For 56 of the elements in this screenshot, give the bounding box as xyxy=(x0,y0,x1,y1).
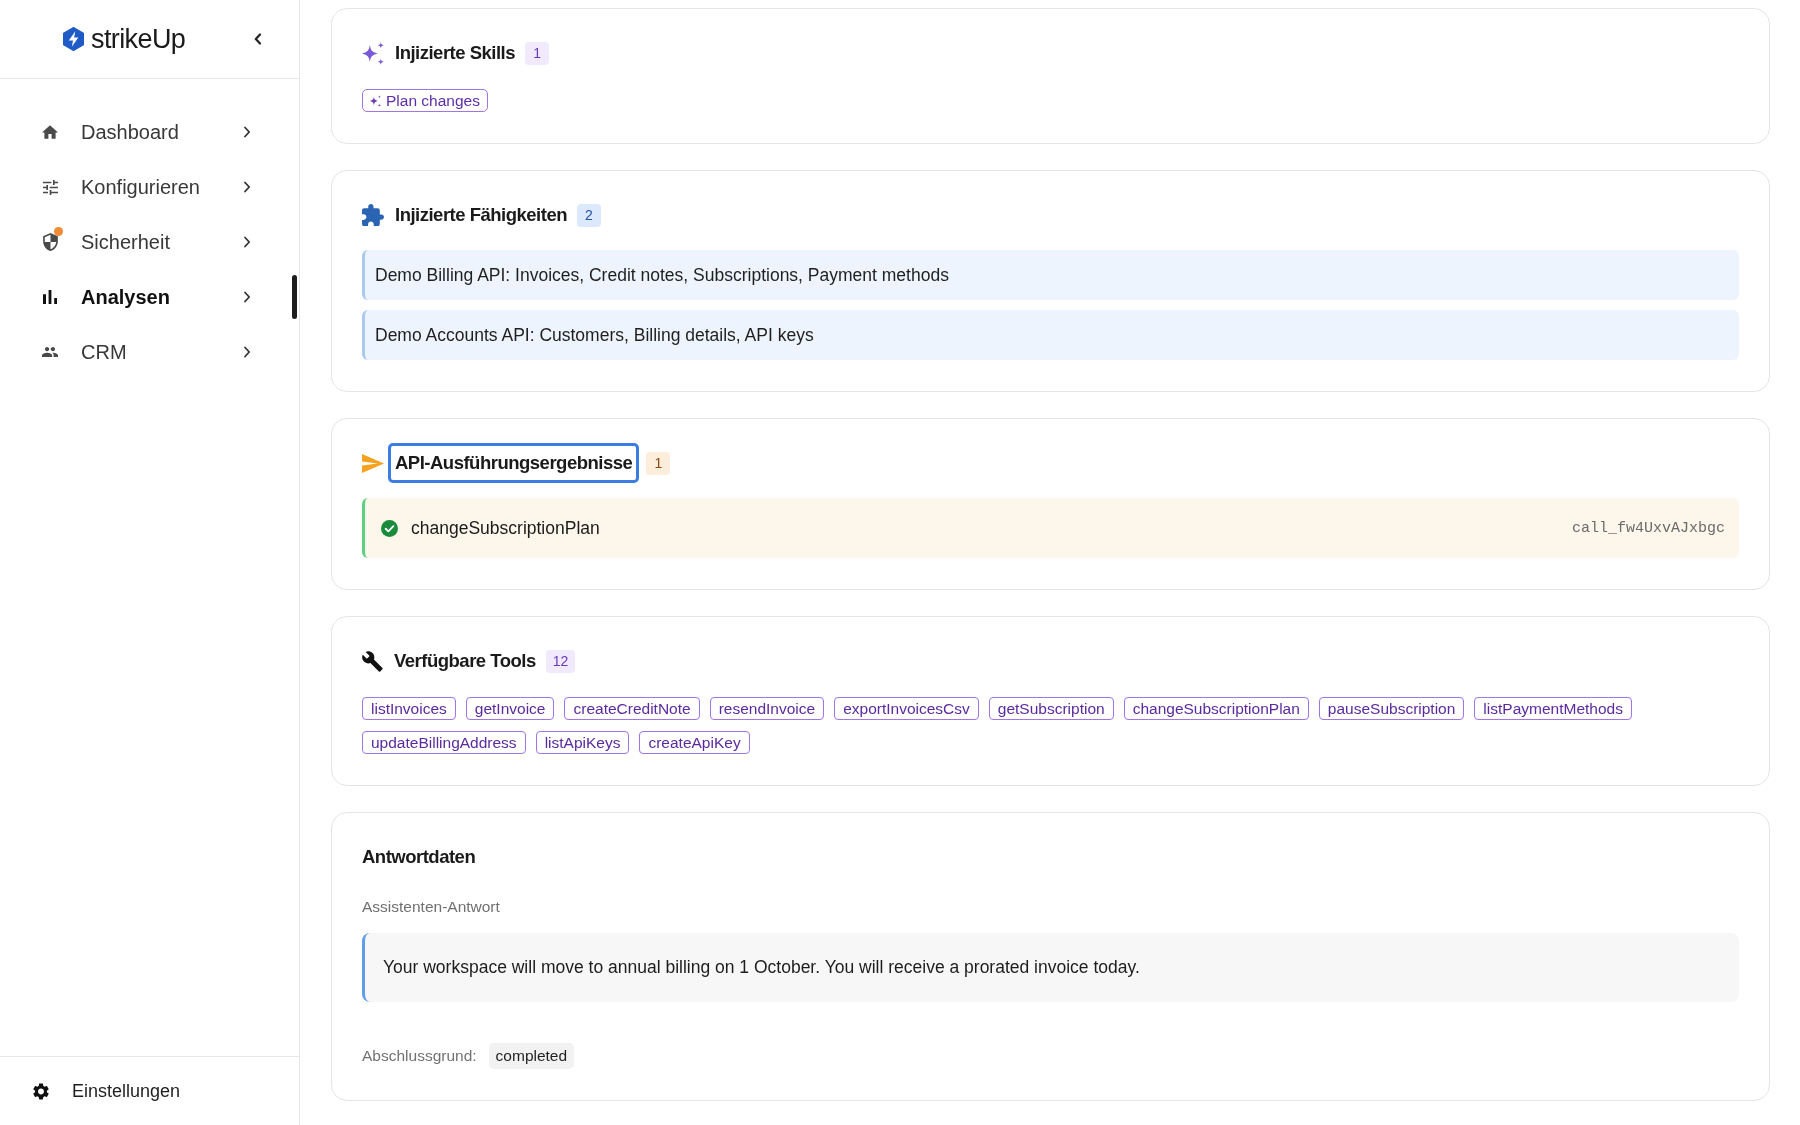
section-title: Antwortdaten xyxy=(362,845,476,869)
nav-item[interactable]: Sicherheit xyxy=(30,220,262,264)
tool-tag: changeSubscriptionPlan xyxy=(1123,697,1309,720)
count-badge: 1 xyxy=(646,451,671,475)
nav-item[interactable]: CRM xyxy=(30,330,262,374)
wrench-icon xyxy=(362,650,383,672)
shield-icon xyxy=(42,233,58,251)
bar-chart-icon xyxy=(43,290,57,304)
capability-item: Demo Accounts API: Customers, Billing details, API keys xyxy=(362,310,1739,360)
nav-item[interactable]: Analysen xyxy=(30,275,262,319)
settings-item[interactable]: Einstellungen xyxy=(33,1080,181,1102)
response-message: Your workspace will move to annual billing on 1 October. You will receive a prorated invoice today. xyxy=(362,933,1739,1002)
nav-item[interactable]: Konfigurieren xyxy=(30,165,262,209)
section-title: Injizierte Fähigkeiten xyxy=(395,203,567,227)
sparkles-icon xyxy=(370,94,381,107)
finish-reason-label: Abschlussgrund: xyxy=(362,1047,477,1065)
tool-tag: listInvoices xyxy=(362,697,456,720)
tool-tag: getSubscription xyxy=(988,697,1114,720)
chevron-right-icon xyxy=(243,236,251,248)
count-badge: 2 xyxy=(577,203,601,227)
logo-text: strikeUp xyxy=(91,25,186,53)
sparkles-icon xyxy=(362,41,384,65)
chevron-right-icon xyxy=(243,126,251,138)
skill-tag: Plan changes xyxy=(362,89,488,112)
tool-tag: listApiKeys xyxy=(535,731,630,754)
send-icon xyxy=(362,453,384,473)
tool-tag: pauseSubscription xyxy=(1318,697,1465,720)
chevron-left-icon xyxy=(254,33,262,45)
chevron-right-icon xyxy=(243,291,251,303)
chevron-right-icon xyxy=(243,346,251,358)
section-title: Verfügbare Tools xyxy=(394,649,536,673)
logo-icon xyxy=(63,27,84,51)
count-badge: 1 xyxy=(525,41,550,65)
tool-tag: getInvoice xyxy=(465,697,555,720)
tool-tag: listPaymentMethods xyxy=(1474,697,1632,720)
chevron-right-icon xyxy=(243,181,251,193)
people-icon xyxy=(42,346,58,358)
function-name: changeSubscriptionPlan xyxy=(411,517,600,539)
nav-item[interactable]: Dashboard xyxy=(30,110,262,154)
response-label: Assistenten-Antwort xyxy=(362,898,500,916)
section-title: API-Ausführungsergebnisse xyxy=(388,443,640,483)
active-indicator xyxy=(292,275,297,319)
call-id: call_fw4UxvAJxbgc xyxy=(1571,519,1725,537)
tool-tag: updateBillingAddress xyxy=(362,731,526,754)
status-tag: completed xyxy=(488,1043,575,1069)
tool-tag: exportInvoicesCsv xyxy=(834,697,979,720)
tool-tag: createCreditNote xyxy=(564,697,700,720)
home-icon xyxy=(42,125,58,139)
tool-tag: resendInvoice xyxy=(709,697,825,720)
sliders-icon xyxy=(42,179,58,195)
puzzle-icon xyxy=(362,204,384,226)
tool-tag: createApiKey xyxy=(639,731,750,754)
capability-item: Demo Billing API: Invoices, Credit notes, Subscriptions, Payment methods xyxy=(362,250,1739,300)
section-title: Injizierte Skills xyxy=(395,41,516,65)
gear-icon xyxy=(33,1082,49,1100)
count-badge: 12 xyxy=(545,649,576,673)
